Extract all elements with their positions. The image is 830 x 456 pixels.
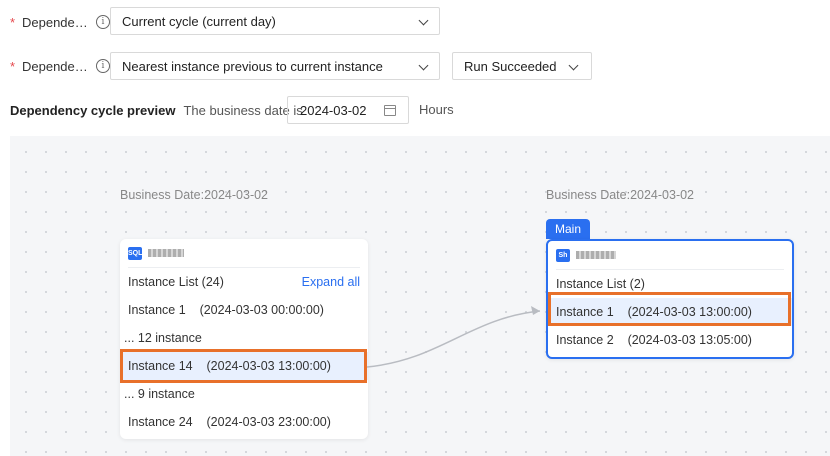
downstream-instance-list-title: Instance List (2) <box>556 277 645 291</box>
redacted-node-name <box>148 249 184 257</box>
run-status-select[interactable]: Run Succeeded <box>452 52 592 80</box>
required-mark: * <box>10 58 16 74</box>
collapsed-instances[interactable]: ... 12 instance <box>120 324 368 352</box>
business-date-label: The business date is <box>183 102 303 118</box>
preview-title: Dependency cycle preview <box>10 102 176 118</box>
required-mark: * <box>10 14 16 30</box>
expand-all-link[interactable]: Expand all <box>302 275 360 289</box>
run-status-value: Run Succeeded <box>464 58 557 74</box>
redacted-node-name <box>576 251 616 259</box>
dependency-instance-value: Nearest instance previous to current ins… <box>122 58 383 74</box>
info-icon[interactable]: i <box>96 59 110 73</box>
upstream-node-card[interactable]: SQL Instance List (24) Expand all Instan… <box>120 239 368 439</box>
dependency-instance-label: Depende… <box>22 58 88 74</box>
upstream-business-date: Business Date:2024-03-02 <box>120 188 269 202</box>
dependency-cycle-label: Depende… <box>22 14 88 30</box>
info-icon[interactable]: i <box>96 15 110 29</box>
upstream-instance-list-header: Instance List (24) Expand all <box>120 268 368 296</box>
chevron-down-icon <box>568 60 579 71</box>
instance-item[interactable]: Instance 24 (2024-03-03 23:00:00) <box>120 408 368 436</box>
calendar-icon <box>384 105 396 116</box>
downstream-node-header: Sh <box>548 241 792 269</box>
dependency-cycle-value: Current cycle (current day) <box>122 13 276 29</box>
highlight-box <box>548 292 791 326</box>
highlight-box <box>120 349 367 383</box>
downstream-business-date: Business Date:2024-03-02 <box>546 188 695 202</box>
chevron-down-icon <box>418 15 429 26</box>
collapsed-instances[interactable]: ... 9 instance <box>120 380 368 408</box>
shell-icon: Sh <box>556 248 570 262</box>
preview-row: Dependency cycle preview The business da… <box>10 96 303 124</box>
hours-label: Hours <box>419 102 454 117</box>
dependency-instance-select[interactable]: Nearest instance previous to current ins… <box>110 52 440 80</box>
chevron-down-icon <box>418 60 429 71</box>
instance-item[interactable]: Instance 1 (2024-03-03 00:00:00) <box>120 296 368 324</box>
dependency-cycle-select[interactable]: Current cycle (current day) <box>110 7 440 35</box>
dependency-cycle-row: * Depende… i <box>0 8 110 36</box>
upstream-instance-list-title: Instance List (24) <box>128 275 224 289</box>
business-date-value: 2024-03-02 <box>300 102 367 118</box>
instance-item[interactable]: Instance 2 (2024-03-03 13:05:00) <box>548 326 792 354</box>
business-date-picker[interactable]: 2024-03-02 <box>287 96 409 124</box>
dependency-instance-row: * Depende… i <box>0 52 110 80</box>
upstream-node-header: SQL <box>120 239 368 267</box>
sql-icon: SQL <box>128 246 142 260</box>
main-tab: Main <box>546 219 590 239</box>
